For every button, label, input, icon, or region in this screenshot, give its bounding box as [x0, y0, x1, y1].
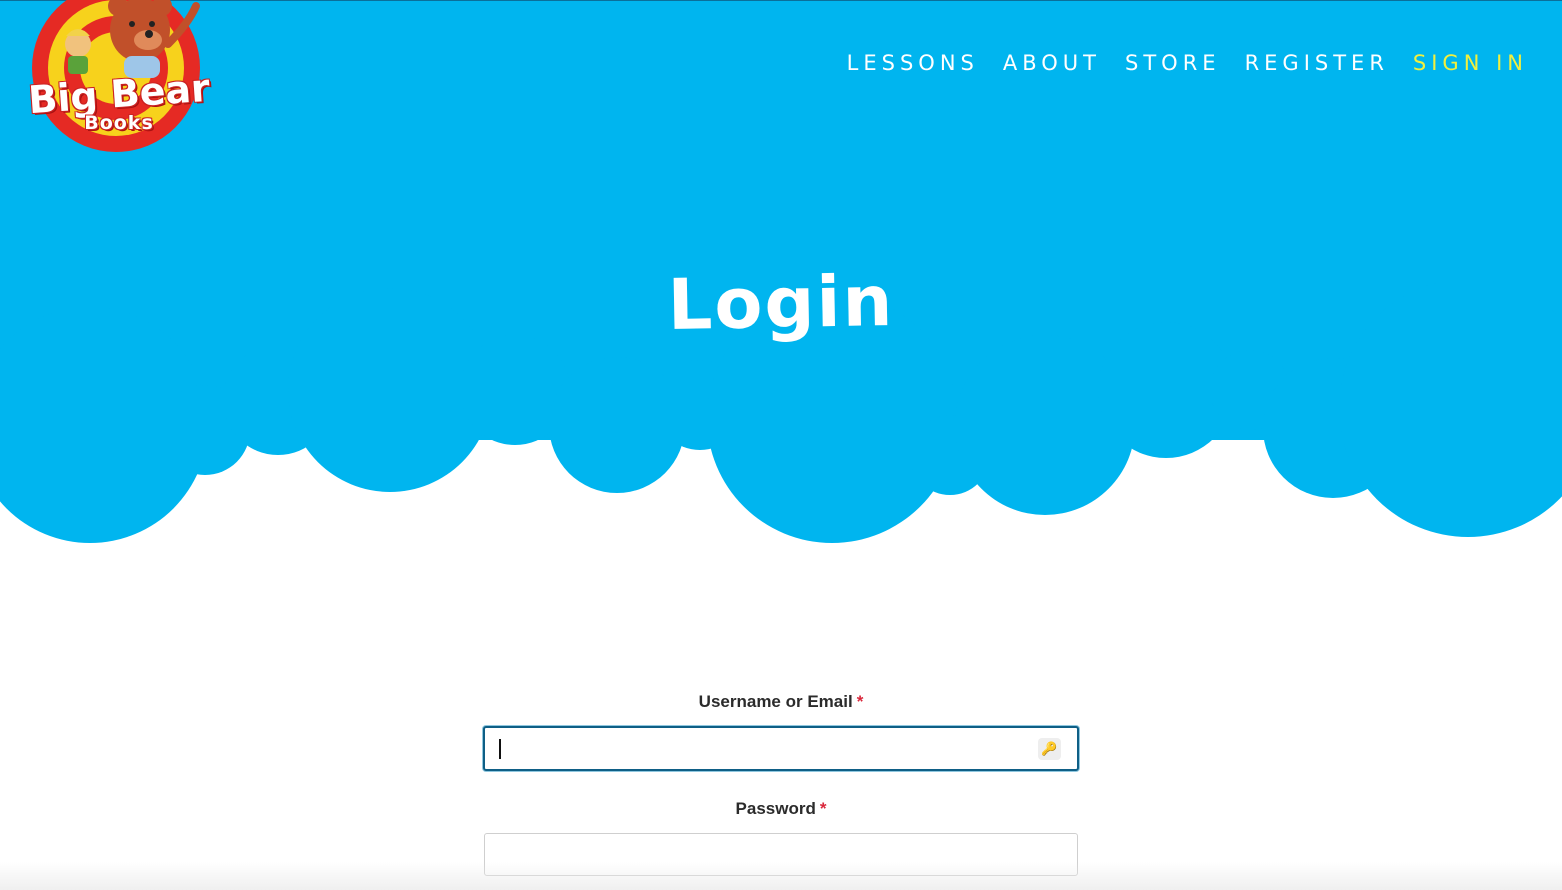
required-marker: * [856, 692, 864, 711]
text-cursor [499, 739, 501, 759]
password-label: Password * [483, 797, 1079, 821]
nav-lessons[interactable]: LESSONS [847, 49, 979, 77]
login-form: Username or Email * 🔑 Password * [483, 690, 1079, 876]
required-marker: * [819, 799, 827, 818]
password-label-text: Password [735, 799, 816, 818]
username-email-input[interactable]: 🔑 [483, 726, 1079, 771]
logo-subtitle: Books [84, 112, 154, 134]
top-border [0, 0, 1562, 1]
big-bear-books-logo[interactable]: Big Bear Books [27, 0, 211, 156]
nav-register[interactable]: REGISTER [1245, 49, 1389, 77]
nav-store[interactable]: STORE [1125, 49, 1221, 77]
main-nav: LESSONS ABOUT STORE REGISTER SIGN IN [847, 49, 1528, 77]
nav-sign-in[interactable]: SIGN IN [1413, 49, 1528, 77]
bottom-fade [0, 862, 1562, 890]
nav-about[interactable]: ABOUT [1003, 49, 1101, 77]
username-label-text: Username or Email [698, 692, 853, 711]
username-label: Username or Email * [483, 690, 1079, 714]
key-icon[interactable]: 🔑 [1038, 738, 1061, 760]
